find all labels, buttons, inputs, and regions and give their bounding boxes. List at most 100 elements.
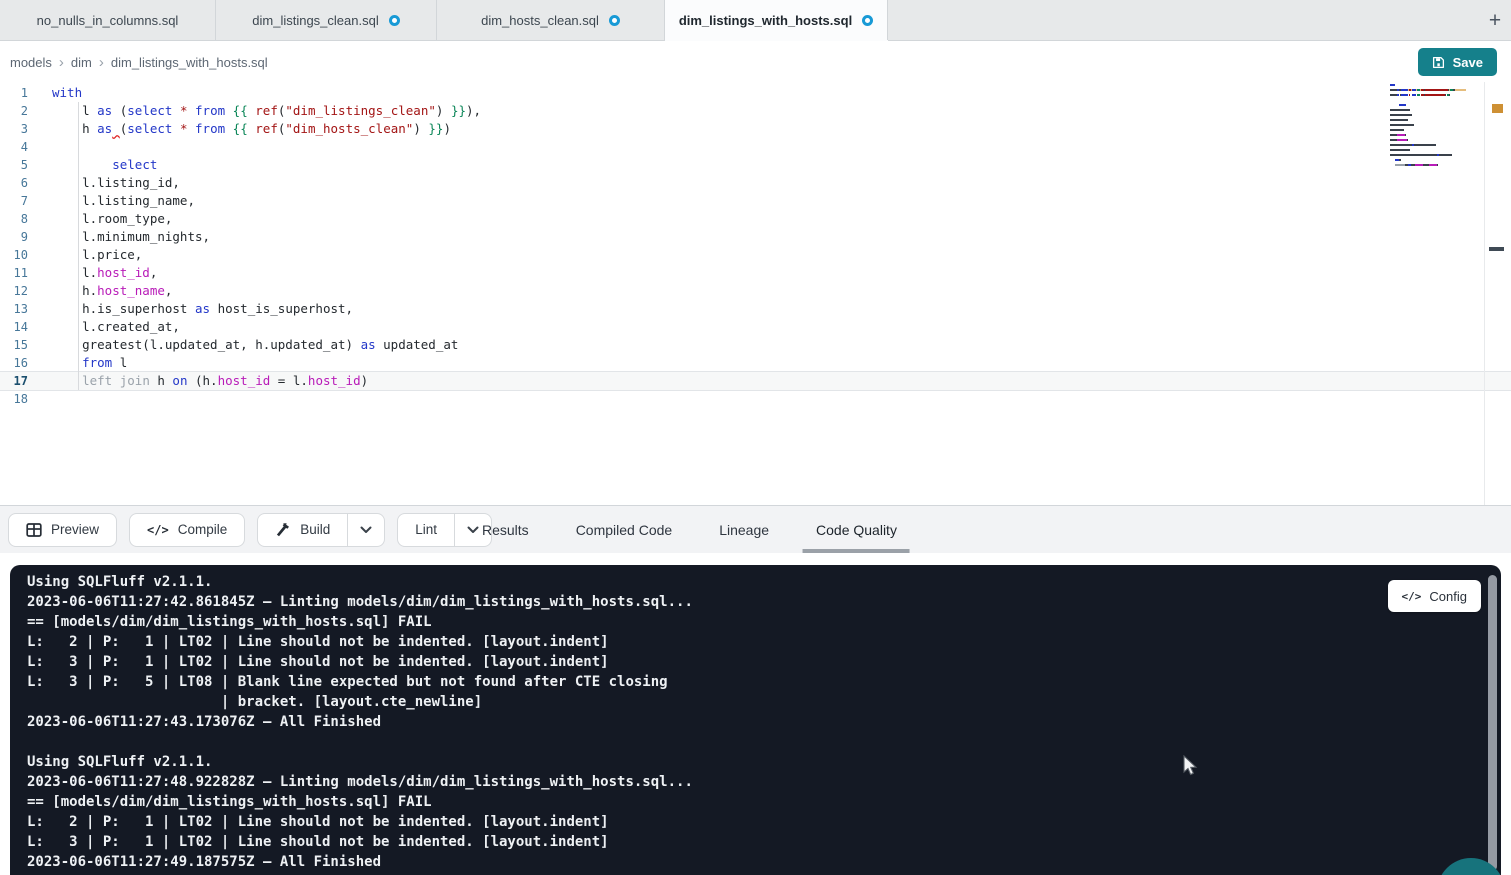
- breadcrumb-segment[interactable]: dim: [71, 55, 92, 70]
- terminal-output[interactable]: Using SQLFluff v2.1.1.2023-06-06T11:27:4…: [10, 565, 1501, 875]
- code-line[interactable]: 2 l as (select * from {{ ref("dim_listin…: [0, 102, 1511, 120]
- line-number: 4: [0, 138, 44, 156]
- code-line[interactable]: 15 greatest(l.updated_at, h.updated_at) …: [0, 336, 1511, 354]
- result-panel-tabs: Results Compiled Code Lineage Code Quality: [482, 506, 897, 553]
- line-number: 15: [0, 336, 44, 354]
- file-tab-label: dim_listings_with_hosts.sql: [679, 13, 852, 28]
- file-tab-label: dim_listings_clean.sql: [252, 13, 378, 28]
- minimap-line: [1390, 104, 1466, 106]
- line-number: 12: [0, 282, 44, 300]
- minimap-line: [1390, 119, 1466, 121]
- code-line[interactable]: 11 l.host_id,: [0, 264, 1511, 282]
- terminal-line: 2023-06-06T11:27:42.861845Z – Linting mo…: [27, 592, 1501, 612]
- compile-button[interactable]: </> Compile: [129, 513, 245, 547]
- compile-label: Compile: [178, 522, 228, 537]
- breadcrumb: models›dim›dim_listings_with_hosts.sql: [10, 54, 268, 71]
- config-button[interactable]: </> Config: [1388, 580, 1481, 612]
- minimap-line: [1390, 114, 1466, 116]
- chevron-down-icon: [360, 526, 372, 534]
- terminal-scrollbar[interactable]: [1488, 575, 1497, 871]
- code-line[interactable]: 9 l.minimum_nights,: [0, 228, 1511, 246]
- code-line[interactable]: 7 l.listing_name,: [0, 192, 1511, 210]
- mouse-cursor: [1180, 755, 1200, 777]
- save-button[interactable]: Save: [1418, 48, 1497, 76]
- file-tab[interactable]: dim_listings_with_hosts.sql: [665, 0, 888, 40]
- table-icon: [26, 522, 42, 538]
- overview-ruler-scroll-marker[interactable]: [1489, 247, 1504, 251]
- lint-split-button: Lint: [397, 513, 492, 547]
- code-line[interactable]: 3 h as (select * from {{ ref("dim_hosts_…: [0, 120, 1511, 138]
- panel-tab[interactable]: Results: [482, 506, 529, 553]
- terminal-line: Using SQLFluff v2.1.1.: [27, 752, 1501, 772]
- file-tab[interactable]: no_nulls_in_columns.sql: [0, 0, 216, 40]
- terminal-line: 2023-06-06T11:27:49.187575Z – All Finish…: [27, 852, 1501, 872]
- minimap-line: [1390, 129, 1466, 131]
- code-lines: 1with2 l as (select * from {{ ref("dim_l…: [0, 84, 1511, 408]
- panel-tab[interactable]: Lineage: [719, 506, 769, 553]
- minimap-border: [1484, 82, 1485, 505]
- terminal-line: == [models/dim/dim_listings_with_hosts.s…: [27, 792, 1501, 812]
- code-line[interactable]: 13 h.is_superhost as host_is_superhost,: [0, 300, 1511, 318]
- code-line[interactable]: 16 from l: [0, 354, 1511, 372]
- code-text: l.price,: [44, 246, 142, 264]
- line-number: 2: [0, 102, 44, 120]
- line-number: 10: [0, 246, 44, 264]
- panel-tab[interactable]: Compiled Code: [576, 506, 673, 553]
- terminal-line: L: 3 | P: 1 | LT02 | Line should not be …: [27, 652, 1501, 672]
- lint-button[interactable]: Lint: [398, 514, 454, 546]
- code-line[interactable]: 10 l.price,: [0, 246, 1511, 264]
- line-number: 8: [0, 210, 44, 228]
- build-button[interactable]: Build: [258, 514, 347, 546]
- code-line[interactable]: 12 h.host_name,: [0, 282, 1511, 300]
- line-number: 16: [0, 354, 44, 372]
- code-text: from l: [44, 354, 127, 372]
- code-line[interactable]: 14 l.created_at,: [0, 318, 1511, 336]
- code-line[interactable]: 4: [0, 138, 1511, 156]
- preview-button[interactable]: Preview: [8, 513, 117, 547]
- code-line[interactable]: 17 left join h on (h.host_id = l.host_id…: [0, 372, 1511, 390]
- minimap-line: [1390, 149, 1466, 151]
- code-editor[interactable]: 1with2 l as (select * from {{ ref("dim_l…: [0, 82, 1511, 505]
- code-text: l.room_type,: [44, 210, 172, 228]
- code-text: l.listing_id,: [44, 174, 180, 192]
- code-line[interactable]: 18: [0, 390, 1511, 408]
- line-number: 14: [0, 318, 44, 336]
- code-text: l.listing_name,: [44, 192, 195, 210]
- chevron-down-icon: [467, 526, 479, 534]
- line-number: 3: [0, 120, 44, 138]
- line-number: 9: [0, 228, 44, 246]
- breadcrumb-bar: models›dim›dim_listings_with_hosts.sql S…: [0, 42, 1511, 82]
- code-text: l.host_id,: [44, 264, 157, 282]
- minimap-line: [1390, 164, 1466, 166]
- code-text: h as (select * from {{ ref("dim_hosts_cl…: [44, 120, 451, 138]
- terminal-line: [27, 732, 1501, 752]
- code-line[interactable]: 1with: [0, 84, 1511, 102]
- minimap-line: [1390, 109, 1466, 111]
- minimap-line: [1390, 99, 1466, 101]
- code-line[interactable]: 6 l.listing_id,: [0, 174, 1511, 192]
- terminal-line: L: 3 | P: 5 | LT08 | Blank line expected…: [27, 672, 1501, 692]
- config-label: Config: [1429, 589, 1467, 604]
- code-line[interactable]: 8 l.room_type,: [0, 210, 1511, 228]
- terminal-line: 2023-06-06T11:27:48.922828Z – Linting mo…: [27, 772, 1501, 792]
- terminal-lines: Using SQLFluff v2.1.1.2023-06-06T11:27:4…: [10, 565, 1501, 872]
- code-text: [44, 390, 52, 408]
- code-text: h.is_superhost as host_is_superhost,: [44, 300, 353, 318]
- build-dropdown-button[interactable]: [347, 514, 384, 546]
- panel-tab[interactable]: Code Quality: [816, 506, 897, 553]
- breadcrumb-segment[interactable]: dim_listings_with_hosts.sql: [111, 55, 268, 70]
- breadcrumb-segment[interactable]: models: [10, 55, 52, 70]
- new-tab-button[interactable]: +: [1479, 0, 1511, 41]
- code-text: select: [44, 156, 157, 174]
- file-tab[interactable]: dim_hosts_clean.sql: [437, 0, 665, 40]
- code-line[interactable]: 5 select: [0, 156, 1511, 174]
- overview-ruler-warning-marker: [1492, 104, 1503, 113]
- file-tab[interactable]: dim_listings_clean.sql: [216, 0, 437, 40]
- line-number: 6: [0, 174, 44, 192]
- breadcrumb-separator: ›: [99, 54, 104, 71]
- minimap-line: [1390, 134, 1466, 136]
- line-number: 13: [0, 300, 44, 318]
- minimap[interactable]: [1390, 84, 1466, 174]
- line-number: 1: [0, 84, 44, 102]
- line-number: 7: [0, 192, 44, 210]
